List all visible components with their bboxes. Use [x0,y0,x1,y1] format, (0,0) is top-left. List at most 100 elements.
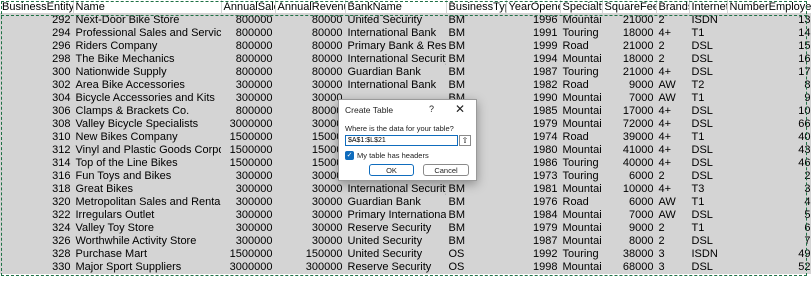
table-cell[interactable]: 17 [727,65,811,79]
table-cell[interactable]: DSL [689,65,728,79]
table-cell[interactable]: 30000 [275,78,346,92]
table-cell[interactable]: 2 [656,234,690,248]
table-cell[interactable]: 2 [656,221,690,235]
table-cell[interactable]: Primary Bank & Reserve [345,39,447,53]
table-cell[interactable]: 80000 [275,52,346,66]
table-cell[interactable]: Irregulars Outlet [73,208,222,222]
table-cell[interactable]: DSL [689,104,728,118]
table-cell[interactable]: OS [446,260,507,274]
table-cell[interactable]: Metropolitan Sales and Rental [73,195,222,209]
table-cell[interactable]: Worthwhile Activity Store [73,234,222,248]
table-cell[interactable]: Area Bike Accessories [73,78,222,92]
table-cell[interactable]: DSL [689,39,728,53]
table-cell[interactable]: 1987 [506,234,561,248]
table-cell[interactable]: 14 [727,26,811,40]
table-cell[interactable]: 13 [727,13,811,27]
column-header[interactable]: Name [73,0,222,14]
table-cell[interactable]: 5 [727,208,811,222]
table-cell[interactable]: DSL [689,234,728,248]
table-cell[interactable]: 300000 [221,195,276,209]
table-cell[interactable]: 68000 [602,260,657,274]
table-cell[interactable]: Professional Sales and Service [73,26,222,40]
table-cell[interactable]: 330 [0,260,74,274]
table-cell[interactable]: 3 [656,247,690,261]
table-cell[interactable]: Guardian Bank [345,65,447,79]
table-cell[interactable]: 326 [0,234,74,248]
table-cell[interactable]: 39000 [602,130,657,144]
table-cell[interactable]: 40000 [602,156,657,170]
table-cell[interactable]: 1985 [506,104,561,118]
table-cell[interactable]: International Bank [345,78,447,92]
table-cell[interactable]: Road [560,39,603,53]
table-cell[interactable]: 318 [0,182,74,196]
table-cell[interactable]: 66 [727,117,811,131]
table-cell[interactable]: United Security [345,234,447,248]
table-cell[interactable]: Mountain [560,234,603,248]
table-cell[interactable]: BM [446,39,507,53]
table-cell[interactable]: 4+ [656,26,690,40]
table-cell[interactable]: 18000 [602,52,657,66]
table-cell[interactable]: Road [560,195,603,209]
table-cell[interactable]: 312 [0,143,74,157]
table-cell[interactable]: 1998 [506,260,561,274]
table-cell[interactable]: AW [656,208,690,222]
table-cell[interactable]: 7 [727,234,811,248]
table-cell[interactable]: Mountain [560,13,603,27]
table-cell[interactable]: AW [656,195,690,209]
table-cell[interactable]: 3000000 [221,260,276,274]
column-header[interactable]: Specialty [560,0,603,14]
table-cell[interactable]: DSL [689,169,728,183]
table-cell[interactable]: Touring [560,65,603,79]
column-header[interactable]: AnnualRevenue [275,0,346,14]
table-cell[interactable]: BM [446,234,507,248]
table-cell[interactable]: 8000 [602,234,657,248]
table-cell[interactable]: 10 [727,104,811,118]
table-cell[interactable]: DSL [689,143,728,157]
table-cell[interactable]: BM [446,78,507,92]
table-cell[interactable]: 300000 [221,234,276,248]
table-cell[interactable]: 300000 [275,260,346,274]
table-cell[interactable]: 308 [0,117,74,131]
has-headers-label[interactable]: My table has headers [357,151,429,160]
table-cell[interactable]: 1500000 [221,156,276,170]
table-cell[interactable]: 324 [0,221,74,235]
table-cell[interactable]: 4+ [656,104,690,118]
table-cell[interactable]: Mountain [560,221,603,235]
table-cell[interactable]: 15 [727,39,811,53]
table-cell[interactable]: ISDN [689,247,728,261]
table-cell[interactable]: DSL [689,117,728,131]
table-cell[interactable]: 43 [727,143,811,157]
table-cell[interactable]: 1974 [506,130,561,144]
table-cell[interactable]: 314 [0,156,74,170]
table-cell[interactable]: 80000 [275,65,346,79]
table-cell[interactable]: 30000 [275,182,346,196]
table-cell[interactable]: 1979 [506,117,561,131]
table-cell[interactable]: T1 [689,221,728,235]
table-cell[interactable]: Nationwide Supply [73,65,222,79]
table-cell[interactable]: 21000 [602,39,657,53]
table-cell[interactable]: 292 [0,13,74,27]
table-cell[interactable]: DSL [689,156,728,170]
table-cell[interactable]: 306 [0,104,74,118]
table-cell[interactable]: 30000 [275,169,346,183]
table-cell[interactable]: 40 [727,130,811,144]
table-cell[interactable]: 21000 [602,65,657,79]
table-cell[interactable]: Mountain [560,104,603,118]
table-cell[interactable]: 30000 [275,91,346,105]
table-cell[interactable]: 300000 [221,208,276,222]
table-cell[interactable]: 3 [656,260,690,274]
table-cell[interactable]: Vinyl and Plastic Goods Corporation [73,143,222,157]
table-cell[interactable]: Road [560,78,603,92]
table-cell[interactable]: 320 [0,195,74,209]
table-cell[interactable]: 1980 [506,143,561,157]
table-cell[interactable]: Major Sport Suppliers [73,260,222,274]
table-cell[interactable]: 6000 [602,195,657,209]
table-cell[interactable]: T1 [689,91,728,105]
column-header[interactable]: YearOpened [506,0,561,14]
table-cell[interactable]: 46 [727,156,811,170]
table-cell[interactable]: 38000 [602,247,657,261]
table-cell[interactable]: Touring [560,247,603,261]
table-cell[interactable]: Riders Company [73,39,222,53]
table-cell[interactable]: 298 [0,52,74,66]
table-cell[interactable]: Next-Door Bike Store [73,13,222,27]
